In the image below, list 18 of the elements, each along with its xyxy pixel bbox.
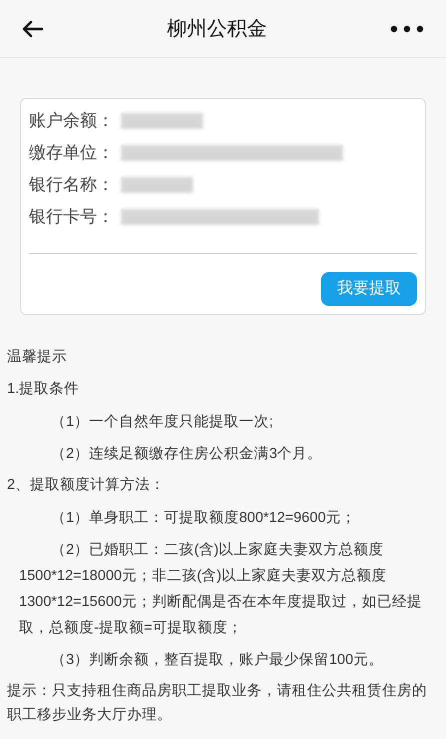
field-label: 银行名称：	[29, 174, 115, 196]
note-item: （2）连续足额缴存住房公积金满3个月。	[50, 444, 324, 464]
page-title: 柳州公积金	[167, 16, 267, 42]
note-text: 温馨提示	[7, 348, 68, 367]
field-label: 缴存单位：	[29, 142, 115, 164]
note-item: （1）一个自然年度只能提取一次;	[50, 412, 274, 432]
redacted-value	[121, 177, 193, 193]
back-icon[interactable]	[22, 20, 44, 38]
note-item: （3）判断余额，整百提取，账户最少保留100元。	[50, 650, 384, 670]
field-label: 银行卡号：	[29, 206, 115, 228]
field-label: 账户余额：	[29, 110, 115, 132]
note-text: 2、提取额度计算方法：	[7, 476, 166, 495]
note-text: 1.提取条件	[7, 380, 80, 399]
note-item: （1）单身职工：可提取额度800*12=9600元；	[50, 508, 357, 528]
withdraw-button[interactable]: 我要提取	[321, 272, 417, 306]
note-text: 提示：只支持租住商品房职工提取业务，请租住公共租赁住房的职工移步业务大厅办理。	[7, 682, 428, 725]
note-item: （2）已婚职工：二孩(含)以上家庭夫妻双方总额度1500*12=18000元；非二孩(含)以上家庭夫妻双方总额度1300*12=15600元；判断配偶是否在本年度提取过，如已经提取，总额度-提取额=可提取额度；	[18, 540, 423, 638]
more-icon[interactable]	[390, 24, 424, 32]
